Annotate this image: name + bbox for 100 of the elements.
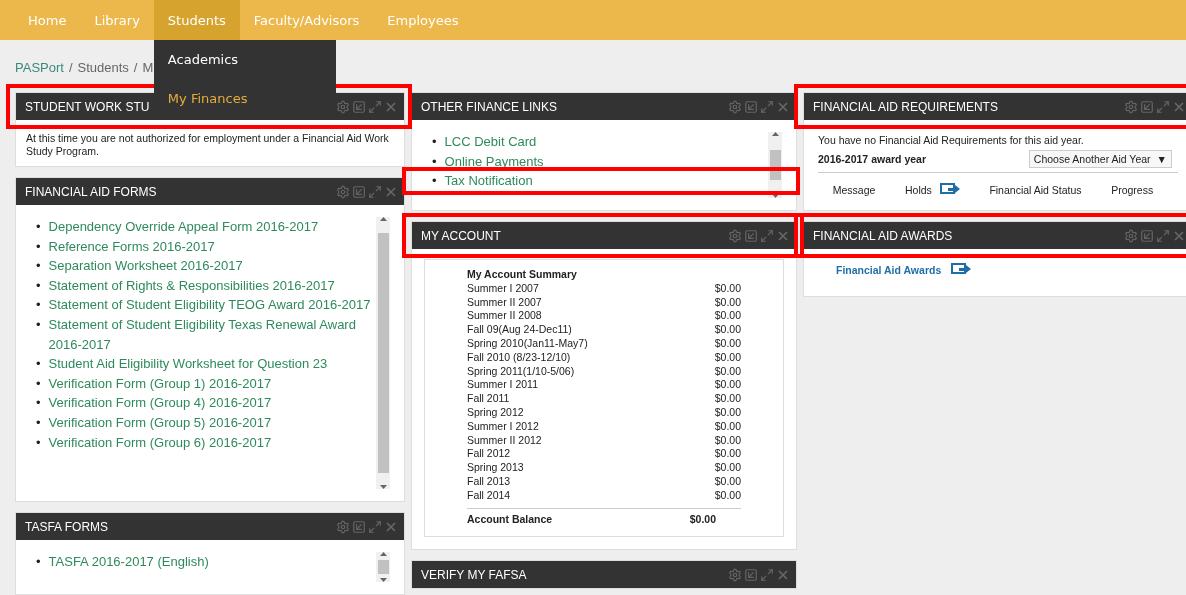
bullet: • <box>432 152 437 171</box>
minimize-icon[interactable] <box>352 519 366 534</box>
settings-icon[interactable] <box>336 99 350 114</box>
form-link[interactable]: Verification Form (Group 5) 2016-2017 <box>48 412 272 433</box>
form-link[interactable]: Statement of Student Eligibility Texas Renewal Award 2016-2017 <box>48 314 376 355</box>
form-link[interactable]: Verification Form (Group 6) 2016-2017 <box>48 432 272 453</box>
breadcrumb-item[interactable]: M <box>142 60 154 75</box>
term-amount: $0.00 <box>714 309 741 324</box>
breadcrumb-item[interactable]: Students <box>77 60 129 75</box>
form-link[interactable]: Statement of Rights & Responsibilities 2016-2017 <box>48 275 335 296</box>
minimize-icon[interactable] <box>1140 99 1154 114</box>
settings-icon[interactable] <box>728 99 742 114</box>
panel-title: FINANCIAL AID AWARDS <box>813 228 953 243</box>
form-link[interactable]: Statement of Student Eligibility TEOG Award 2016-2017 <box>48 295 371 315</box>
term-label: Summer II 2007 <box>467 295 542 310</box>
term-label: Summer II 2008 <box>467 309 542 324</box>
scrollbar[interactable] <box>376 552 390 582</box>
scroll-down-icon[interactable] <box>379 578 387 582</box>
term-label: Spring 2012 <box>467 405 524 420</box>
settings-icon[interactable] <box>728 567 742 582</box>
breadcrumb-item[interactable]: PASPort <box>15 60 64 75</box>
settings-icon[interactable] <box>336 519 350 534</box>
form-link[interactable]: Separation Worksheet 2016-2017 <box>48 256 243 276</box>
scroll-up-icon[interactable] <box>379 217 387 221</box>
settings-icon[interactable] <box>728 228 742 243</box>
expand-icon[interactable] <box>760 567 774 582</box>
minimize-icon[interactable] <box>744 228 758 243</box>
minimize-icon[interactable] <box>352 99 366 114</box>
requirements-tab[interactable]: Financial Aid Status <box>989 183 1082 196</box>
expand-icon[interactable] <box>368 519 382 534</box>
term-label: Fall 2014 <box>467 488 511 503</box>
aid-year-select[interactable]: Choose Another Aid Year ▼ <box>1028 150 1172 168</box>
term-label: Spring 2011(1/10-5/06) <box>467 364 575 379</box>
term-label: Summer I 2011 <box>467 378 538 393</box>
form-link[interactable]: Online Payments <box>444 151 544 172</box>
scroll-down-icon[interactable] <box>771 194 779 198</box>
menu-item[interactable]: Academics <box>153 40 336 79</box>
term-amount: $0.00 <box>714 447 741 462</box>
requirements-message: You have no Financial Aid Requirements for this aid year. <box>818 134 1085 146</box>
term-amount: $0.00 <box>714 405 741 420</box>
bullet: • <box>432 133 437 151</box>
panel-title: STUDENT WORK STU <box>25 99 150 114</box>
form-link[interactable]: TASFA 2016-2017 (English) <box>48 552 209 572</box>
requirements-tab[interactable]: Holds <box>904 183 932 196</box>
menu-item[interactable]: My Finances <box>153 79 336 118</box>
term-amount: $0.00 <box>714 392 741 406</box>
term-amount: $0.00 <box>714 350 741 365</box>
screen-arrow-icon[interactable] <box>939 183 960 196</box>
form-link[interactable]: Reference Forms 2016-2017 <box>48 236 215 257</box>
expand-icon[interactable] <box>760 99 774 114</box>
form-link[interactable]: Verification Form (Group 4) 2016-2017 <box>48 393 272 413</box>
term-amount: $0.00 <box>714 378 741 393</box>
minimize-icon[interactable] <box>352 184 366 199</box>
term-label: Summer I 2012 <box>467 419 539 434</box>
form-link[interactable]: Verification Form (Group 1) 2016-2017 <box>48 373 272 394</box>
form-link[interactable]: Tax Notification <box>444 171 533 191</box>
term-amount: $0.00 <box>714 281 741 296</box>
scroll-up-icon[interactable] <box>379 552 387 556</box>
bullet: • <box>36 433 41 452</box>
panel-title: FINANCIAL AID FORMS <box>25 184 157 199</box>
minimize-icon[interactable] <box>1140 228 1154 243</box>
minimize-icon[interactable] <box>744 567 758 582</box>
form-link[interactable]: Dependency Override Appeal Form 2016-2017 <box>48 217 319 237</box>
term-amount: $0.00 <box>714 323 741 337</box>
term-amount: $0.00 <box>714 461 741 475</box>
expand-icon[interactable] <box>368 99 382 114</box>
term-amount: $0.00 <box>714 295 741 310</box>
scroll-down-icon[interactable] <box>379 485 387 489</box>
form-link[interactable]: LCC Debit Card <box>444 132 537 152</box>
panel-title: FINANCIAL AID REQUIREMENTS <box>813 99 998 114</box>
settings-icon[interactable] <box>1124 228 1138 243</box>
panel-title: MY ACCOUNT <box>421 228 501 243</box>
summary-heading: My Account Summary <box>467 268 577 282</box>
panel-title: VERIFY MY FAFSA <box>421 567 527 582</box>
panel-title: TASFA FORMS <box>25 519 109 534</box>
expand-icon[interactable] <box>1156 99 1170 114</box>
bullet: • <box>36 257 41 276</box>
form-link[interactable]: Student Aid Eligibility Worksheet for Question 23 <box>48 354 328 374</box>
requirements-tab[interactable]: Progress <box>1111 183 1154 196</box>
term-label: Fall 09(Aug 24-Dec11) <box>467 323 572 337</box>
settings-icon[interactable] <box>336 184 350 199</box>
expand-icon[interactable] <box>760 228 774 243</box>
scroll-up-icon[interactable] <box>771 132 779 136</box>
bullet: • <box>36 553 41 571</box>
nav-item[interactable]: Students <box>153 0 240 40</box>
requirements-tab[interactable]: Message <box>832 183 876 196</box>
settings-icon[interactable] <box>1124 99 1138 114</box>
awards-link[interactable]: Financial Aid Awards <box>836 263 942 276</box>
expand-icon[interactable] <box>1156 228 1170 243</box>
term-amount: $0.00 <box>714 337 741 351</box>
bullet: • <box>36 237 41 256</box>
expand-icon[interactable] <box>368 184 382 199</box>
screen-arrow-icon[interactable] <box>951 263 972 276</box>
term-amount: $0.00 <box>714 433 741 448</box>
breadcrumb-separator: / <box>133 60 138 75</box>
bullet: • <box>36 394 41 413</box>
minimize-icon[interactable] <box>744 99 758 114</box>
scrollbar[interactable] <box>376 217 390 489</box>
balance-amount: $0.00 <box>689 512 716 527</box>
term-amount: $0.00 <box>714 474 741 489</box>
